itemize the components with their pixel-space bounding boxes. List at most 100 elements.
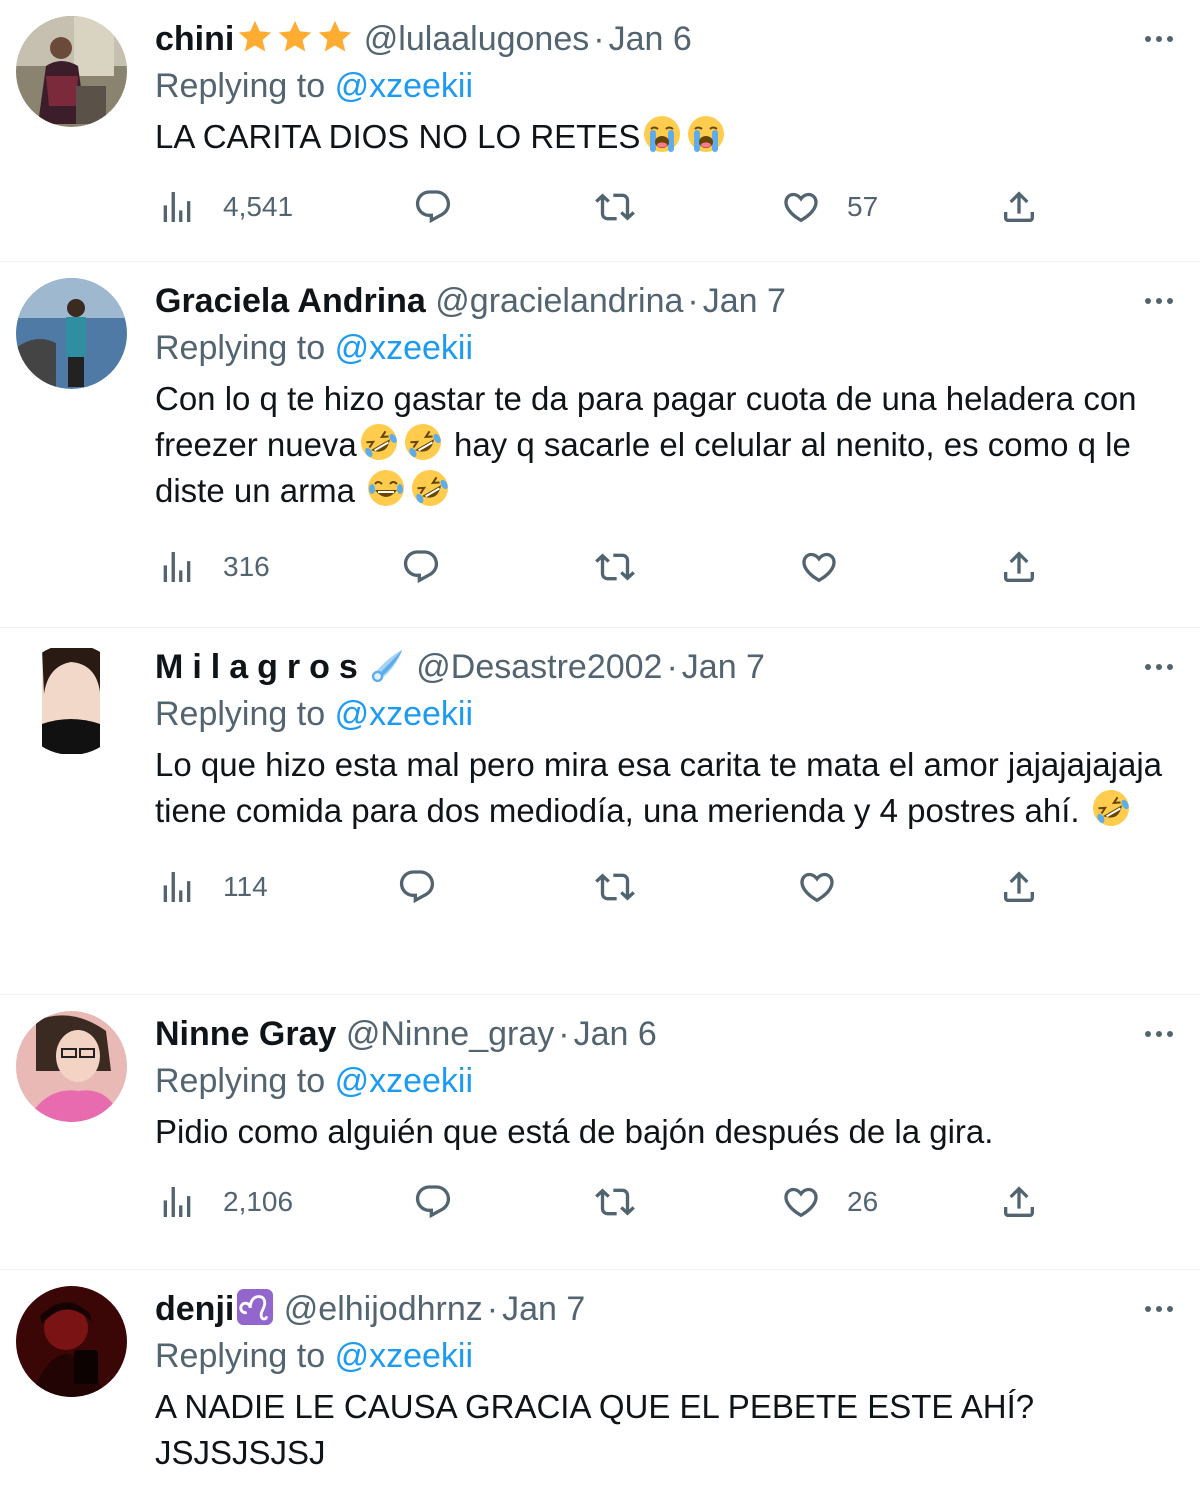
more-dots-icon[interactable]	[1138, 1013, 1180, 1055]
rolling-on-floor-laughing-emoji	[403, 422, 443, 462]
tweet-date[interactable]: Jan 6	[574, 1015, 657, 1053]
separator-dot: ·	[558, 1015, 570, 1053]
views-count: 114	[223, 871, 268, 902]
views-bar-chart-icon	[157, 187, 197, 227]
retweet-icon	[595, 1182, 635, 1222]
author-handle[interactable]: @elhijodhrnz	[284, 1290, 483, 1328]
reply-bubble-icon	[413, 187, 453, 227]
avatar[interactable]	[16, 1011, 127, 1122]
like-button[interactable]: 57	[781, 184, 878, 230]
author-handle[interactable]: @lulaalugones	[364, 20, 589, 58]
author-name[interactable]: denji	[155, 1290, 234, 1328]
tweet-text: Con lo q te hizo gastar te da para pagar…	[155, 376, 1180, 514]
replying-to: Replying to @xzeekii	[155, 1057, 1180, 1105]
tweet-date[interactable]: Jan 7	[682, 648, 765, 686]
replying-to: Replying to @xzeekii	[155, 324, 1180, 372]
replying-to-mention[interactable]: @xzeekii	[335, 329, 473, 367]
heart-icon	[781, 187, 821, 227]
rolling-on-floor-laughing-emoji	[410, 468, 450, 508]
reply-button[interactable]	[401, 544, 441, 590]
share-button[interactable]	[999, 1179, 1039, 1225]
rolling-on-floor-laughing-emoji	[1091, 788, 1131, 828]
author-handle[interactable]: @Ninne_gray	[346, 1015, 554, 1053]
author-name[interactable]: Ninne Gray	[155, 1015, 336, 1053]
reply-tweet[interactable]: Ninne Gray @Ninne_gray · Jan 6 Replying to…	[0, 995, 1200, 1270]
more-dots-icon[interactable]	[1138, 280, 1180, 322]
tears-of-joy-emoji	[366, 468, 406, 508]
reply-button[interactable]	[413, 184, 453, 230]
reply-bubble-icon	[397, 867, 437, 907]
tweet-text: Lo que hizo esta mal pero mira esa carit…	[155, 742, 1180, 834]
replying-prefix: Replying to	[155, 67, 326, 105]
retweet-button[interactable]	[595, 1179, 635, 1225]
avatar[interactable]	[16, 1286, 127, 1397]
reply-tweet[interactable]: Graciela Andrina @gracielandrina · Jan 7 R…	[0, 262, 1200, 628]
separator-dot: ·	[687, 282, 699, 320]
reply-button[interactable]	[413, 1179, 453, 1225]
views-count: 316	[223, 551, 270, 582]
author-handle[interactable]: @gracielandrina	[435, 282, 683, 320]
replying-to-mention[interactable]: @xzeekii	[335, 67, 473, 105]
avatar[interactable]	[16, 644, 127, 755]
share-button[interactable]	[999, 864, 1039, 910]
reply-tweet[interactable]: denji @elhijodhrnz · Jan 7 Replying to @xz…	[0, 1270, 1200, 1476]
author-name[interactable]: chini	[155, 20, 234, 58]
author-handle[interactable]: @Desastre2002	[416, 648, 662, 686]
replying-prefix: Replying to	[155, 1337, 326, 1375]
retweet-button[interactable]	[595, 544, 635, 590]
replying-prefix: Replying to	[155, 1062, 326, 1100]
action-bar: 316	[155, 520, 1180, 626]
reply-tweet[interactable]: chini @lulaalugones · Jan 6 Replying to @x…	[0, 0, 1200, 262]
share-upload-icon	[999, 547, 1039, 587]
views-button[interactable]: 316	[157, 544, 270, 590]
tweet-text: Pidio como alguién que está de bajón des…	[155, 1109, 1180, 1155]
more-dots-icon[interactable]	[1138, 18, 1180, 60]
more-dots-icon[interactable]	[1138, 646, 1180, 688]
reply-button[interactable]	[397, 864, 437, 910]
avatar[interactable]	[16, 278, 127, 389]
separator-dot: ·	[486, 1290, 499, 1328]
views-bar-chart-icon	[157, 867, 197, 907]
action-bar: 2,106 26	[155, 1155, 1180, 1261]
views-button[interactable]: 2,106	[157, 1179, 293, 1225]
star-emoji	[276, 18, 314, 56]
views-button[interactable]: 4,541	[157, 184, 293, 230]
like-count: 26	[847, 1186, 879, 1217]
heart-icon	[781, 1182, 821, 1222]
share-button[interactable]	[999, 184, 1039, 230]
reply-tweet[interactable]: Milagros @Desastre2002 · Jan 7 Replying to…	[0, 628, 1200, 995]
tweet-date[interactable]: Jan 7	[502, 1290, 585, 1328]
replying-to-mention[interactable]: @xzeekii	[335, 1337, 473, 1375]
replying-prefix: Replying to	[155, 329, 326, 367]
loudly-crying-face-emoji	[686, 114, 726, 154]
tweet-date[interactable]: Jan 7	[703, 282, 786, 320]
leo-sign-emoji	[236, 1288, 274, 1326]
share-upload-icon	[999, 867, 1039, 907]
retweet-icon	[595, 867, 635, 907]
separator-dot: ·	[593, 20, 605, 58]
like-button[interactable]	[797, 864, 837, 910]
like-button[interactable]	[799, 544, 839, 590]
replying-to-mention[interactable]: @xzeekii	[335, 695, 473, 733]
author-name[interactable]: Milagros	[155, 648, 367, 686]
views-bar-chart-icon	[157, 547, 197, 587]
avatar[interactable]	[16, 16, 127, 127]
views-button[interactable]: 114	[157, 864, 268, 910]
retweet-button[interactable]	[595, 864, 635, 910]
like-count: 57	[847, 191, 879, 222]
author-name[interactable]: Graciela Andrina	[155, 282, 426, 320]
tweet-text-part: LA CARITA DIOS NO LO RETES	[155, 118, 641, 155]
like-button[interactable]: 26	[781, 1179, 878, 1225]
retweet-button[interactable]	[595, 184, 635, 230]
heart-icon	[797, 867, 837, 907]
replying-to-mention[interactable]: @xzeekii	[335, 1062, 473, 1100]
more-dots-icon[interactable]	[1138, 1288, 1180, 1330]
replying-prefix: Replying to	[155, 695, 326, 733]
replying-to: Replying to @xzeekii	[155, 1332, 1180, 1380]
share-upload-icon	[999, 187, 1039, 227]
share-upload-icon	[999, 1182, 1039, 1222]
tweet-text-part: Pidio como alguién que está de bajón des…	[155, 1113, 994, 1150]
tweet-date[interactable]: Jan 6	[609, 20, 692, 58]
share-button[interactable]	[999, 544, 1039, 590]
views-bar-chart-icon	[157, 1182, 197, 1222]
